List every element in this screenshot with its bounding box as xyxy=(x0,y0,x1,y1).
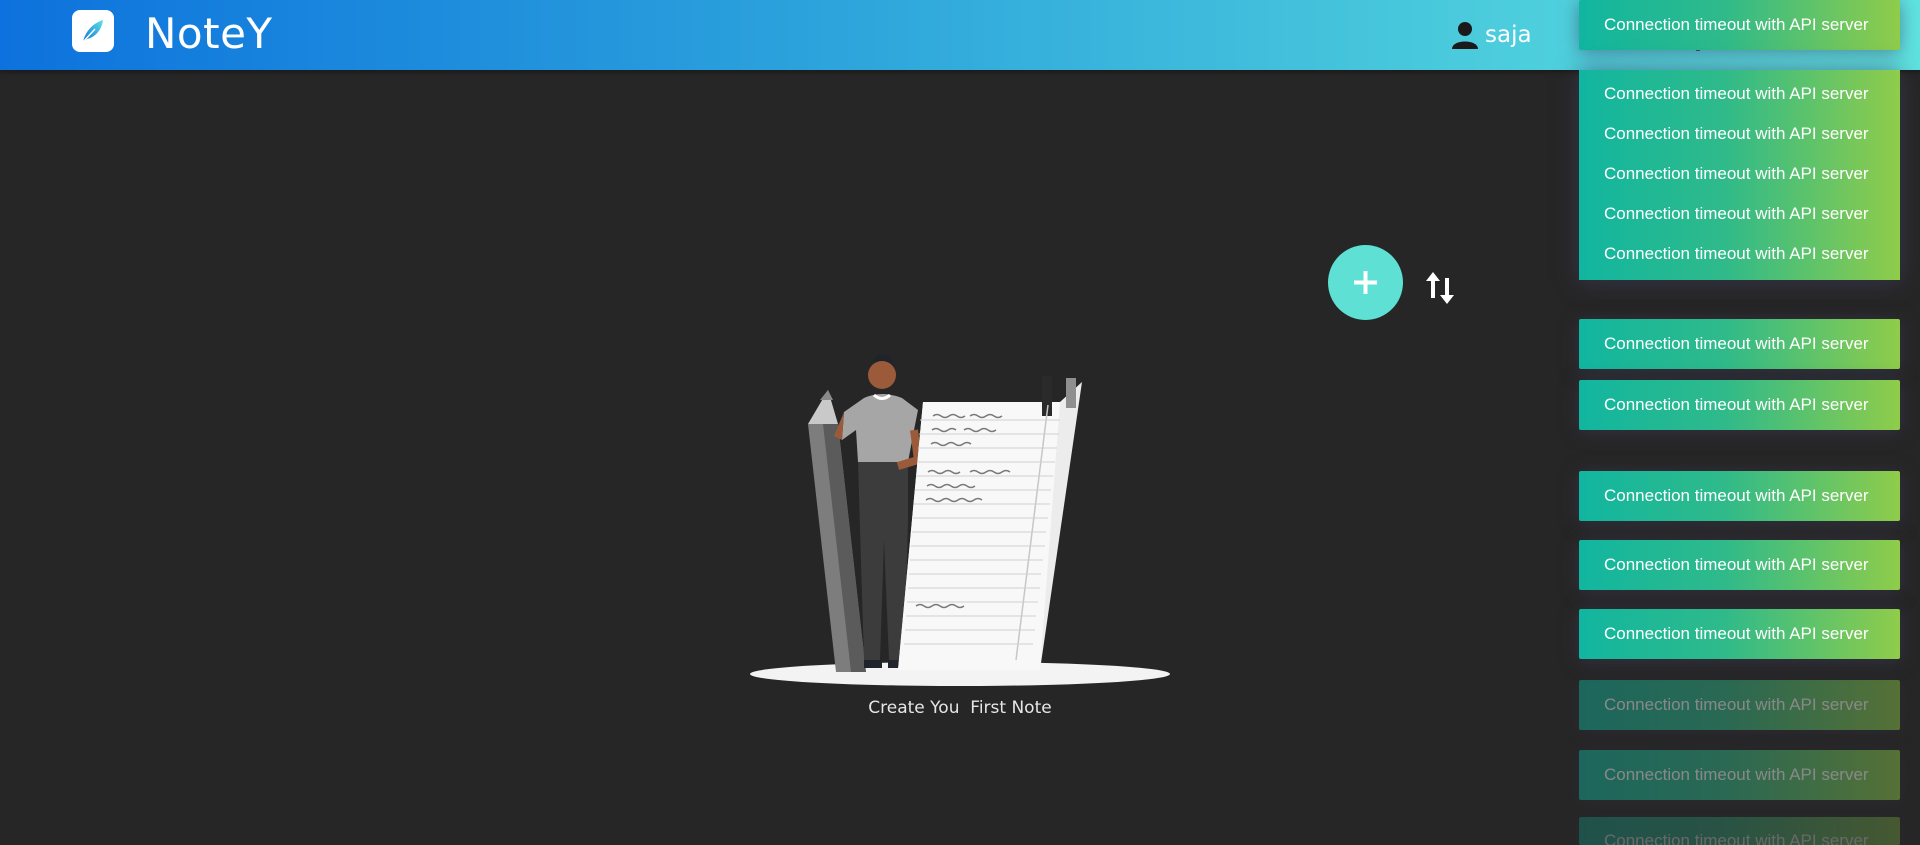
toast-message: Connection timeout with API server xyxy=(1604,486,1869,505)
toast-notification[interactable]: Connection timeout with API server xyxy=(1579,380,1900,430)
toast-notification[interactable]: Connection timeout with API server xyxy=(1604,244,1869,264)
logo-icon[interactable] xyxy=(72,10,114,52)
toast-message: Connection timeout with API server xyxy=(1604,15,1869,34)
toast-notification[interactable]: Connection timeout with API server xyxy=(1604,84,1869,104)
add-note-button[interactable] xyxy=(1328,245,1403,320)
user-menu[interactable]: saja xyxy=(1450,20,1532,50)
toast-message: Connection timeout with API server xyxy=(1604,695,1869,714)
feather-logo-icon xyxy=(82,20,103,43)
toast-message: Connection timeout with API server xyxy=(1604,555,1869,574)
toast-notification[interactable]: Connection timeout with API server xyxy=(1579,680,1900,730)
sort-arrows-icon xyxy=(1426,272,1454,304)
toast-message: Connection timeout with API server xyxy=(1604,831,1869,845)
toast-notification[interactable]: Connection timeout with API server xyxy=(1579,609,1900,659)
toast-notification[interactable]: Connection timeout with API server xyxy=(1579,750,1900,800)
username: saja xyxy=(1485,22,1532,48)
user-icon xyxy=(1452,22,1478,49)
brand-title[interactable]: NoteY xyxy=(145,8,273,60)
toast-message: Connection timeout with API server xyxy=(1604,765,1869,784)
toast-notification[interactable]: Connection timeout with API server xyxy=(1579,471,1900,521)
toast-notification[interactable]: Connection timeout with API server xyxy=(1604,204,1869,224)
toast-message: Connection timeout with API server xyxy=(1604,395,1869,414)
toast-message: Connection timeout with API server xyxy=(1604,624,1869,643)
sort-button[interactable] xyxy=(1423,268,1459,308)
toast-notification[interactable]: Connection timeout with API server xyxy=(1604,164,1869,184)
empty-state-message: Create You First Note xyxy=(868,698,1052,718)
toast-stack: Connection timeout with API server Conne… xyxy=(1579,70,1900,280)
toast-notification[interactable]: Connection timeout with API server xyxy=(1579,540,1900,590)
toast-notification[interactable]: Connection timeout with API server xyxy=(1579,817,1900,845)
plus-icon xyxy=(1354,271,1377,294)
toast-notification[interactable]: Connection timeout with API server xyxy=(1579,0,1900,50)
empty-notes-illustration xyxy=(750,354,1170,686)
toast-notification[interactable]: Connection timeout with API server xyxy=(1579,319,1900,369)
toast-message: Connection timeout with API server xyxy=(1604,334,1869,353)
toast-notification[interactable]: Connection timeout with API server xyxy=(1604,124,1869,144)
